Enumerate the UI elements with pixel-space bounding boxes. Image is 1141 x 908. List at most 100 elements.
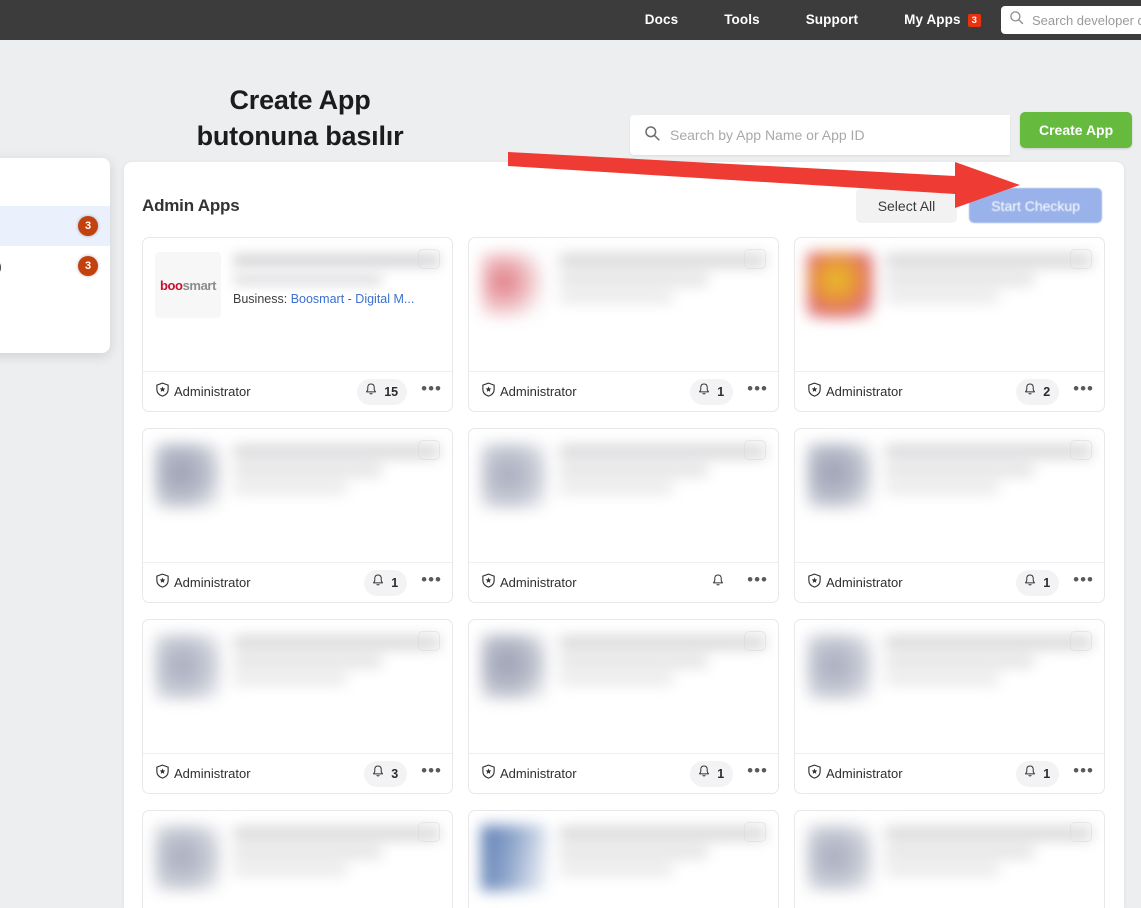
notifications-pill[interactable]: 2: [1016, 378, 1060, 405]
app-id-redacted: [559, 656, 709, 667]
app-card[interactable]: boosmart Business: Boosmart - Digital M.…: [142, 237, 453, 412]
shield-star-icon: [481, 573, 496, 593]
notifications-pill[interactable]: 15: [357, 378, 408, 405]
app-card[interactable]: Administrator 3 •••: [142, 619, 453, 794]
notifications-pill[interactable]: 1: [1016, 760, 1060, 787]
app-card[interactable]: Administrator 1 •••: [468, 237, 779, 412]
app-id-redacted: [559, 274, 709, 285]
more-options-icon[interactable]: •••: [1073, 762, 1094, 782]
app-card-footer: Administrator 3 •••: [143, 753, 452, 793]
select-all-button[interactable]: Select All: [855, 188, 958, 223]
business-prefix: Business:: [233, 292, 288, 306]
developer-search-box[interactable]: [1001, 6, 1141, 34]
more-options-icon[interactable]: •••: [747, 571, 768, 591]
app-name-redacted: [885, 636, 1092, 649]
app-card-main: [481, 634, 766, 700]
app-name-redacted: [233, 254, 440, 267]
notifications-pill[interactable]: 1: [690, 378, 734, 405]
app-card[interactable]: [142, 810, 453, 908]
app-card-body: [469, 620, 778, 753]
app-text-column: [559, 634, 766, 700]
app-card-footer: Administrator 1 •••: [469, 371, 778, 411]
app-card[interactable]: Administrator 1 •••: [142, 428, 453, 603]
app-id-redacted: [233, 274, 383, 285]
app-text-column: [233, 825, 440, 891]
panel-row-2-badge: 3: [78, 256, 98, 276]
app-card-body: [795, 811, 1104, 908]
notifications-pill[interactable]: [709, 570, 733, 596]
panel-row-2-label: p (3): [0, 259, 2, 274]
notification-count: 1: [391, 575, 399, 590]
more-options-icon[interactable]: •••: [1073, 571, 1094, 591]
app-logo: boosmart: [155, 252, 221, 318]
nav-link-tools-label: Tools: [724, 12, 760, 27]
bell-icon: [371, 573, 385, 593]
more-options-icon[interactable]: •••: [1073, 380, 1094, 400]
app-card-body: [469, 429, 778, 562]
app-card[interactable]: Administrator 1 •••: [468, 619, 779, 794]
owner-label: Administrator: [174, 384, 251, 399]
business-link[interactable]: Boosmart - Digital M...: [291, 292, 415, 306]
notifications-pill[interactable]: 1: [364, 569, 408, 596]
business-redacted: [559, 674, 673, 684]
nav-link-my-apps[interactable]: My Apps 3: [881, 0, 989, 40]
app-name-redacted: [233, 445, 440, 458]
app-card-body: [795, 429, 1104, 562]
search-icon: [644, 125, 660, 146]
bell-icon: [1023, 382, 1037, 402]
nav-link-support[interactable]: Support: [783, 0, 881, 40]
start-checkup-button[interactable]: Start Checkup: [969, 188, 1102, 223]
owner-label: Administrator: [826, 384, 903, 399]
notification-count: 2: [1043, 384, 1051, 399]
app-card[interactable]: [794, 810, 1105, 908]
app-card[interactable]: Administrator 2 •••: [794, 237, 1105, 412]
app-card-body: [469, 238, 778, 371]
notification-count: 1: [717, 384, 725, 399]
more-options-icon[interactable]: •••: [421, 380, 442, 400]
panel-row-1[interactable]: 3: [0, 206, 110, 246]
app-logo: [807, 252, 873, 318]
owner-role: Administrator: [807, 764, 903, 784]
developer-search-input[interactable]: [1032, 12, 1141, 28]
more-options-icon[interactable]: •••: [421, 762, 442, 782]
panel-row-2[interactable]: p (3) 3: [0, 246, 110, 286]
nav-link-tools[interactable]: Tools: [701, 0, 783, 40]
more-options-icon[interactable]: •••: [421, 571, 442, 591]
app-id-redacted: [233, 656, 383, 667]
owner-role: Administrator: [155, 382, 251, 402]
notification-count: 1: [1043, 766, 1051, 781]
app-card[interactable]: Administrator •••: [468, 428, 779, 603]
create-app-button[interactable]: Create App: [1020, 112, 1133, 148]
app-card-main: [481, 443, 766, 509]
shield-star-icon: [155, 573, 170, 593]
notification-count: 3: [391, 766, 399, 781]
nav-links: Docs Tools Support My Apps 3: [622, 0, 989, 40]
notifications-pill[interactable]: 3: [364, 760, 408, 787]
more-options-icon[interactable]: •••: [747, 380, 768, 400]
app-name-redacted: [559, 445, 766, 458]
app-card-body: [143, 620, 452, 753]
app-card-main: [807, 634, 1092, 700]
app-search-input[interactable]: [670, 127, 996, 143]
notifications-pill[interactable]: 1: [690, 760, 734, 787]
app-card-footer: Administrator 15 •••: [143, 371, 452, 411]
business-redacted: [885, 865, 999, 875]
app-card-footer: Administrator 1 •••: [795, 753, 1104, 793]
notifications-pill[interactable]: 1: [1016, 569, 1060, 596]
shield-star-icon: [481, 382, 496, 402]
owner-label: Administrator: [174, 766, 251, 781]
app-card-main: [807, 825, 1092, 891]
notification-count: 15: [384, 384, 399, 399]
app-card[interactable]: Administrator 1 •••: [794, 619, 1105, 794]
app-card[interactable]: [468, 810, 779, 908]
bell-icon: [371, 764, 385, 784]
app-id-redacted: [559, 847, 709, 858]
app-card[interactable]: Administrator 1 •••: [794, 428, 1105, 603]
nav-link-my-apps-label: My Apps: [904, 12, 961, 27]
app-text-column: [885, 252, 1092, 318]
app-search-box[interactable]: [630, 115, 1010, 155]
app-id-redacted: [885, 274, 1035, 285]
nav-link-docs[interactable]: Docs: [622, 0, 701, 40]
more-options-icon[interactable]: •••: [747, 762, 768, 782]
app-card-main: [481, 825, 766, 891]
